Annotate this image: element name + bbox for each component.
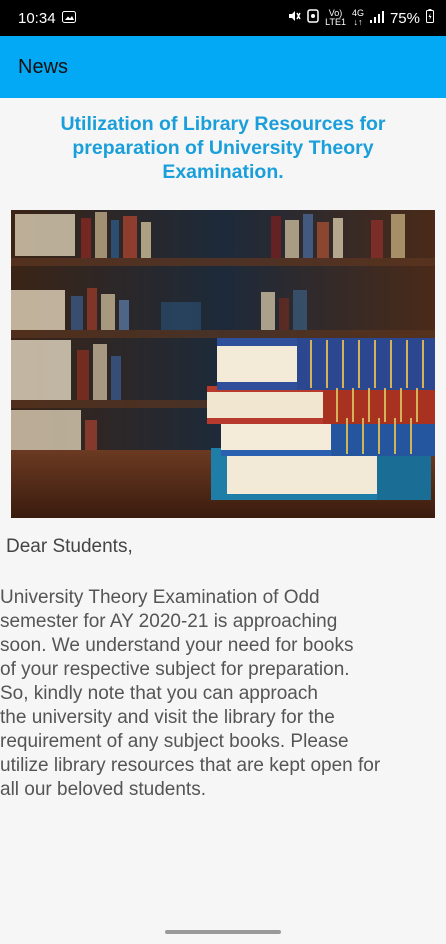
battery-percent: 75% bbox=[389, 9, 420, 27]
status-bar: 10:34 Vo) LTE1 4G ↓↑ 75% bbox=[0, 0, 446, 36]
battery-icon bbox=[426, 9, 434, 27]
body-line: utilize library resources that are kept … bbox=[0, 755, 381, 776]
app-bar-title: News bbox=[18, 55, 69, 78]
status-time: 10:34 bbox=[18, 9, 56, 27]
body-line: all our beloved students. bbox=[0, 779, 206, 800]
body-line: the university and visit the library for… bbox=[0, 707, 335, 728]
body-line: of your respective subject for preparati… bbox=[0, 659, 350, 680]
body-line: soon. We understand your need for books bbox=[0, 635, 354, 656]
mute-icon bbox=[287, 9, 301, 27]
body-line: University Theory Examination of Odd bbox=[0, 587, 320, 608]
body-line: requirement of any subject books. Please bbox=[0, 731, 349, 752]
data-bottom-label: ↓↑ bbox=[353, 17, 363, 27]
home-indicator[interactable] bbox=[165, 930, 281, 934]
article-title: Utilization of Library Resources for pre… bbox=[60, 113, 386, 183]
gallery-icon bbox=[61, 10, 76, 27]
article-body: University Theory Examination of Odd sem… bbox=[0, 586, 446, 802]
app-bar: News bbox=[0, 36, 446, 98]
signal-icon bbox=[369, 10, 384, 27]
library-books-image bbox=[11, 210, 435, 518]
greeting-text: Dear Students, bbox=[6, 536, 133, 557]
network-bottom-label: LTE1 bbox=[325, 17, 346, 27]
article-content[interactable]: Utilization of Library Resources for pre… bbox=[0, 98, 446, 800]
body-line: So, kindly note that you can approach bbox=[0, 683, 318, 704]
network-indicator: Vo) LTE1 bbox=[325, 9, 346, 27]
data-indicator: 4G ↓↑ bbox=[352, 9, 364, 27]
status-left: 10:34 bbox=[18, 10, 76, 27]
alarm-icon bbox=[307, 9, 319, 27]
body-line: semester for AY 2020-21 is approaching bbox=[0, 611, 338, 632]
status-right: Vo) LTE1 4G ↓↑ 75% bbox=[287, 9, 434, 27]
